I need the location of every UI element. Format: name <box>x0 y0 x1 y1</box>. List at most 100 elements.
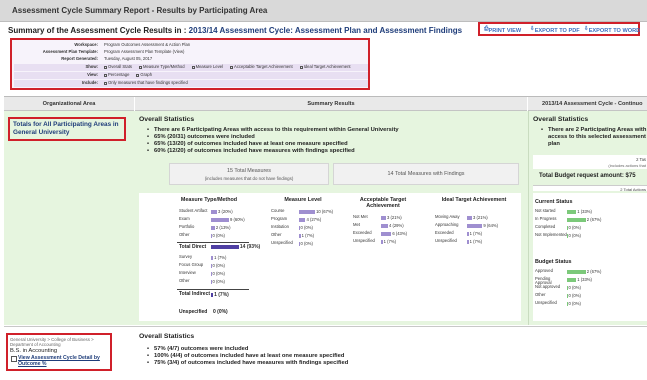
checkbox-icon[interactable] <box>104 81 107 85</box>
budget-status-label: Approved <box>535 268 553 273</box>
tasks-count: 2 Tas <box>636 157 646 162</box>
ideal-target-bar <box>467 223 483 228</box>
filter-option[interactable]: Measure Type/Method <box>138 64 185 69</box>
checkbox-icon[interactable] <box>299 65 303 69</box>
print-view-link[interactable]: ⎙ PRINT VIEW <box>484 26 521 34</box>
ideal-target-value: 1 (7%) <box>469 231 483 236</box>
budget-status-label: Unspecified <box>535 300 557 305</box>
budget-status-value: 1 (33%) <box>577 277 592 282</box>
checkbox-icon[interactable] <box>230 65 234 69</box>
acceptable-target-row: Exceeded 6 (43%) <box>353 230 435 236</box>
status-label: In Progress <box>535 216 557 221</box>
total-direct-value: 14 (93%) <box>239 244 261 250</box>
overall2-heading: Overall Statistics <box>139 333 195 340</box>
total-indirect-label: Total Indirect <box>179 291 211 297</box>
right-overall-list: There are 2 Participating Areas with acc… <box>539 127 647 148</box>
measure-type-row: Student Artifact 3 (20%) <box>179 208 271 214</box>
acceptable-target-row: Met 4 (29%) <box>353 222 435 228</box>
measure-type-label: Exam <box>179 216 190 221</box>
export-word-link[interactable]: ⇩ EXPORT TO WORD <box>584 26 640 34</box>
measure-type-label: Other <box>179 278 190 283</box>
budget-status-bar <box>567 285 568 290</box>
filter-option-label: Acceptable Target Achievement <box>234 64 293 69</box>
total-direct-label: Total Direct <box>179 244 207 250</box>
acceptable-target-label: Not Met <box>353 214 368 219</box>
filter-option-label: Measure Type/Method <box>142 64 185 69</box>
filter-workspace: Workspace: Program Outcomes Assessment &… <box>74 42 191 47</box>
filter-view: View: Percentage Graph <box>14 72 368 79</box>
col-org-area: Organizational Area <box>4 97 134 111</box>
tasks-box: 2 Tas (includes actions that <box>533 155 647 169</box>
measure-type-bar <box>211 263 212 268</box>
report-filters: Workspace: Program Outcomes Assessment &… <box>10 38 370 90</box>
filter-option-label: Percentage <box>108 72 130 77</box>
checkbox-icon[interactable] <box>104 65 107 69</box>
filter-option[interactable]: Overall Stats <box>104 64 132 69</box>
overall-bullet: 65% (13/20) of outcomes included have at… <box>145 141 525 148</box>
view-detail-link[interactable]: View Assessment Cycle Detail by Outcome … <box>10 355 108 367</box>
measure-type-value: 0 (0%) <box>212 263 225 268</box>
status-value: 2 (67%) <box>586 217 602 222</box>
measure-level-label: Institution <box>271 224 289 229</box>
budget-status-title: Budget Status <box>535 259 572 265</box>
filter-option-label: Only measures that have findings specifi… <box>108 80 188 85</box>
checkbox-icon[interactable] <box>191 65 195 69</box>
measure-level-row: Other 1 (7%) <box>271 232 353 238</box>
measure-type-row: Portfolio 2 (13%) <box>179 224 271 230</box>
separator <box>177 242 249 243</box>
acceptable-target-value: 3 (21%) <box>387 215 402 220</box>
filter-option[interactable]: Ideal Target Achievement <box>299 64 351 69</box>
checkbox-icon[interactable] <box>138 65 142 69</box>
overall2-bullet: 100% (4/4) of outcomes included have at … <box>145 353 525 360</box>
status-label: Not Implemented <box>535 232 567 237</box>
measure-type-value: 0 (0%) <box>212 271 225 276</box>
export-toolbar: ⎙ PRINT VIEW ⇩ EXPORT TO PDF ⇩ EXPORT TO… <box>478 22 640 36</box>
measure-type-value: 9 (60%) <box>230 217 245 222</box>
status-bar <box>567 209 577 214</box>
measure-type-title: Measure Type/Method <box>180 197 238 203</box>
total-findings-box: 14 Total Measures with Findings <box>333 163 519 185</box>
budget-status-bar <box>567 269 586 274</box>
budget-status-bar <box>567 277 577 282</box>
ideal-target-value: 9 (64%) <box>483 223 499 228</box>
current-status-title: Current Status <box>535 199 573 205</box>
measure-type-value: 1 (7%) <box>214 255 227 260</box>
budget-status-row: Unspecified 0 (0%) <box>535 300 625 306</box>
budget-status-label: Other <box>535 292 546 297</box>
budget-status-label: Not approved <box>535 284 561 289</box>
total-indirect-value: 1 (7%) <box>214 292 229 298</box>
overall2-bullet: 57% (4/7) outcomes were included <box>145 346 525 353</box>
filter-option[interactable]: Percentage <box>104 72 129 77</box>
total-measures-box: 15 Total Measures (includes measures tha… <box>169 163 329 185</box>
dept-path: General University > College of Business… <box>10 337 94 347</box>
filter-option-label: Ideal Target Achievement <box>303 64 351 69</box>
measure-level-row: Institution 0 (0%) <box>271 224 353 230</box>
checkbox-icon[interactable] <box>104 73 107 77</box>
ideal-target-bar <box>467 239 469 244</box>
measure-level-value: 0 (0%) <box>300 225 313 230</box>
measure-type-row: Other 0 (0%) <box>179 278 271 284</box>
col-cycle: 2013/14 Assessment Cycle - Continuo <box>528 97 647 111</box>
measure-level-label: Program <box>271 216 288 221</box>
filter-option[interactable]: Measure Level <box>191 64 223 69</box>
total-direct-row: 14 (93%) <box>211 244 271 250</box>
acceptable-target-label: Met <box>353 222 360 227</box>
tasks-note: (includes actions that <box>608 163 646 168</box>
col-summary: Summary Results <box>135 97 527 111</box>
ideal-target-value: 3 (21%) <box>473 215 488 220</box>
measure-level-label: Course <box>271 208 285 213</box>
measure-type-bar <box>211 225 215 230</box>
filter-option[interactable]: Graph <box>136 72 152 77</box>
measure-level-label: Unspecified <box>271 240 293 245</box>
measure-level-row: Unspecified 0 (0%) <box>271 240 353 246</box>
report-title-bar: Assessment Cycle Summary Report - Result… <box>0 0 647 22</box>
filter-option[interactable]: Only measures that have findings specifi… <box>104 80 188 85</box>
export-pdf-link[interactable]: ⇩ EXPORT TO PDF <box>530 26 580 34</box>
budget-status-value: 2 (67%) <box>586 269 602 274</box>
measure-level-bar <box>299 225 300 230</box>
checkbox-icon[interactable] <box>136 73 140 77</box>
budget-total: Total Budget request amount: $75 <box>539 173 636 179</box>
filter-option[interactable]: Acceptable Target Achievement <box>230 64 293 69</box>
measure-type-label: Interview <box>179 270 196 275</box>
summary-prefix: Summary of the Assessment Cycle Results … <box>8 26 187 35</box>
